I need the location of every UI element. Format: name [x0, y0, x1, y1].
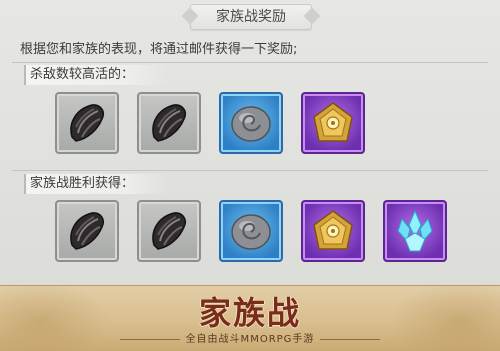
divider — [12, 170, 488, 171]
banner-subtitle: 全自由战斗MMORPG手游 — [185, 334, 315, 345]
reward-slot[interactable] — [301, 92, 365, 154]
reward-panel: 家族战奖励 根据您和家族的表现，将通过邮件获得一下奖励; 杀敌数较高活的： 家族… — [0, 0, 500, 285]
spiral-stone-icon — [231, 106, 271, 142]
reward-slot[interactable] — [301, 200, 365, 262]
reward-slot[interactable] — [219, 92, 283, 154]
gold-emblem-icon — [313, 210, 353, 250]
promo-banner: 家族战 全自由战斗MMORPG手游 — [0, 285, 500, 351]
section-label-kills: 杀敌数较高活的： — [24, 65, 169, 85]
reward-slot[interactable] — [55, 92, 119, 154]
reward-slot[interactable] — [137, 92, 201, 154]
dark-claw-icon — [70, 212, 104, 250]
section-label-victory: 家族战胜利获得： — [24, 174, 169, 194]
panel-title: 家族战奖励 — [190, 4, 312, 30]
dark-claw-icon — [152, 212, 186, 250]
reward-slot[interactable] — [137, 200, 201, 262]
banner-subtitle-wrap: 全自由战斗MMORPG手游 — [0, 330, 500, 345]
reward-row-victory — [55, 200, 447, 262]
divider — [320, 338, 381, 340]
spiral-stone-icon — [231, 214, 271, 250]
divider — [12, 62, 488, 63]
blue-crystal-icon — [397, 209, 433, 252]
dark-claw-icon — [70, 104, 104, 142]
reward-description: 根据您和家族的表现，将通过邮件获得一下奖励; — [20, 42, 298, 57]
divider — [119, 338, 180, 340]
reward-row-kills — [55, 92, 365, 154]
gold-emblem-icon — [313, 102, 353, 142]
banner-title: 家族战 — [198, 294, 301, 332]
reward-slot[interactable] — [219, 200, 283, 262]
reward-slot[interactable] — [383, 200, 447, 262]
dark-claw-icon — [152, 104, 186, 142]
reward-slot[interactable] — [55, 200, 119, 262]
